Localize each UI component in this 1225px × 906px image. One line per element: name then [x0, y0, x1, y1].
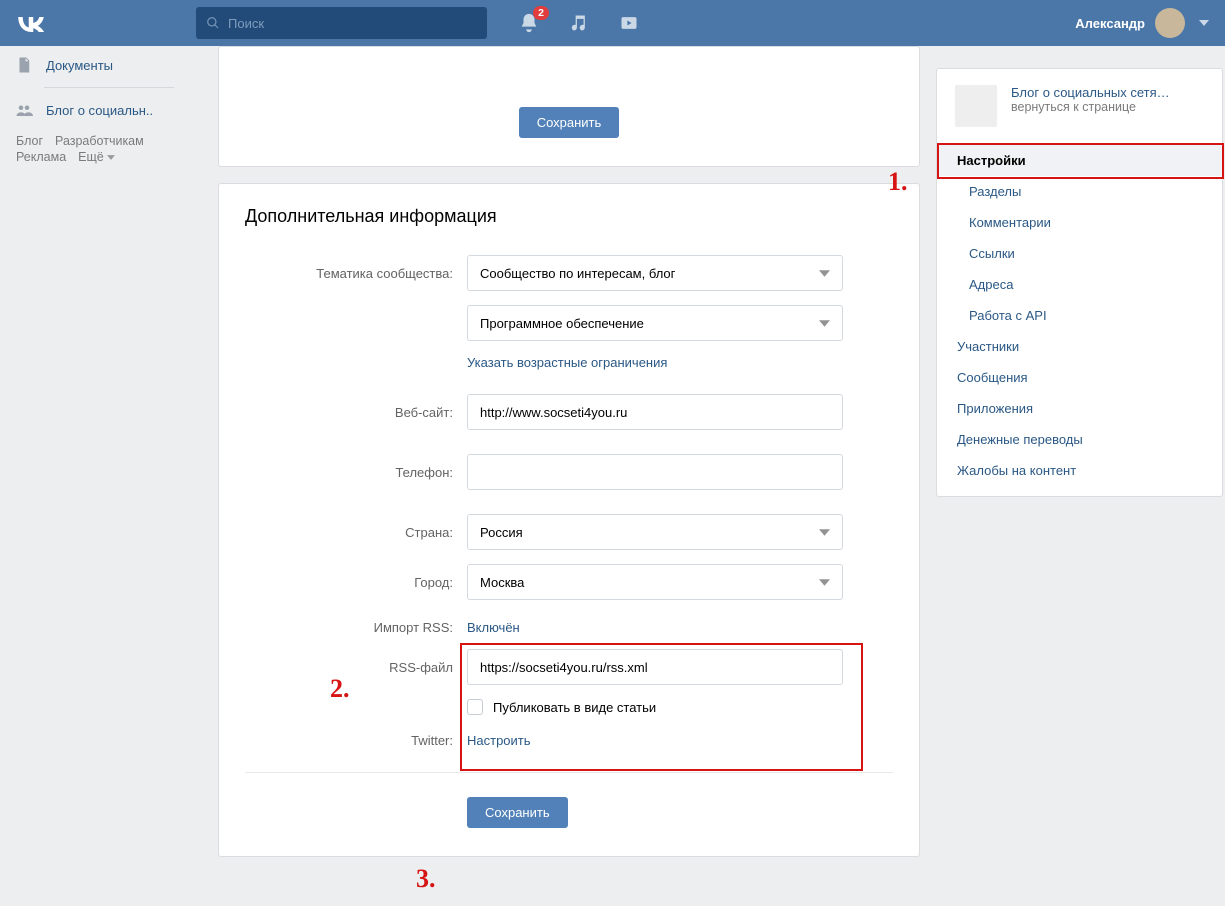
footer-link-blog[interactable]: Блог — [16, 134, 43, 148]
group-title[interactable]: Блог о социальных сетя… — [1011, 85, 1170, 100]
save-button[interactable]: Сохранить — [467, 797, 568, 828]
label-city: Город: — [245, 575, 467, 590]
label-topic: Тематика сообщества: — [245, 266, 467, 281]
sidebar-item-blog-group[interactable]: Блог о социальн.. — [0, 94, 218, 126]
rmenu-apps[interactable]: Приложения — [937, 393, 1222, 424]
input-rss-file[interactable] — [467, 649, 843, 685]
user-avatar — [1155, 8, 1185, 38]
document-icon — [14, 55, 34, 75]
annotation-number-3: 3. — [416, 864, 436, 894]
music-icon[interactable] — [565, 0, 593, 46]
sidebar-item-label: Документы — [46, 58, 113, 73]
checkbox-publish-as-article[interactable] — [467, 699, 483, 715]
input-website[interactable] — [467, 394, 843, 430]
sidebar-footer: Блог Разработчикам Реклама Ещё — [0, 126, 170, 164]
select-city[interactable]: Москва — [467, 564, 843, 600]
main-content: Сохранить Дополнительная информация Тема… — [218, 46, 920, 873]
link-rss-import-status[interactable]: Включён — [467, 620, 520, 635]
label-rss-file: RSS-файл — [245, 660, 467, 675]
group-icon — [14, 100, 34, 120]
group-header: Блог о социальных сетя… вернуться к стра… — [937, 69, 1222, 145]
group-avatar[interactable] — [955, 85, 997, 127]
save-button-top[interactable]: Сохранить — [519, 107, 620, 138]
rmenu-api[interactable]: Работа с API — [937, 300, 1222, 331]
search-input[interactable]: Поиск — [196, 7, 487, 39]
video-icon[interactable] — [615, 0, 643, 46]
rmenu-sections[interactable]: Разделы — [937, 176, 1222, 207]
input-phone[interactable] — [467, 454, 843, 490]
select-topic-secondary[interactable]: Программное обеспечение — [467, 305, 843, 341]
link-age-restrictions[interactable]: Указать возрастные ограничения — [467, 355, 667, 370]
rmenu-addresses[interactable]: Адреса — [937, 269, 1222, 300]
label-website: Веб-сайт: — [245, 405, 467, 420]
select-country[interactable]: Россия — [467, 514, 843, 550]
footer-link-more[interactable]: Ещё — [78, 150, 115, 164]
rmenu-settings[interactable]: Настройки — [937, 145, 1222, 176]
checkbox-label: Публиковать в виде статьи — [493, 700, 656, 715]
label-twitter: Twitter: — [245, 733, 467, 748]
footer-link-developers[interactable]: Разработчикам — [55, 134, 144, 148]
label-country: Страна: — [245, 525, 467, 540]
rmenu-reports[interactable]: Жалобы на контент — [937, 455, 1222, 486]
label-phone: Телефон: — [245, 465, 467, 480]
sidebar-item-documents[interactable]: Документы — [0, 49, 218, 81]
label-rss-import: Импорт RSS: — [245, 620, 467, 635]
footer-link-ads[interactable]: Реклама — [16, 150, 66, 164]
notifications-badge: 2 — [533, 6, 549, 20]
vk-logo[interactable] — [16, 0, 46, 46]
additional-info-card: Дополнительная информация Тематика сообщ… — [218, 183, 920, 857]
left-sidebar: Документы Блог о социальн.. Блог Разрабо… — [0, 46, 218, 873]
user-name: Александр — [1075, 16, 1145, 31]
top-header: Поиск 2 Александр — [0, 0, 1225, 46]
search-placeholder: Поиск — [228, 16, 264, 31]
rmenu-links[interactable]: Ссылки — [937, 238, 1222, 269]
card-title: Дополнительная информация — [245, 206, 893, 227]
group-back-link[interactable]: вернуться к странице — [1011, 100, 1170, 114]
top-save-card: Сохранить — [218, 46, 920, 167]
user-menu[interactable]: Александр — [1075, 8, 1209, 38]
right-sidebar: Блог о социальных сетя… вернуться к стра… — [920, 46, 1225, 873]
rmenu-payments[interactable]: Денежные переводы — [937, 424, 1222, 455]
rmenu-messages[interactable]: Сообщения — [937, 362, 1222, 393]
notifications-icon[interactable]: 2 — [515, 0, 543, 46]
sidebar-item-label: Блог о социальн.. — [46, 103, 153, 118]
select-topic-primary[interactable]: Сообщество по интересам, блог — [467, 255, 843, 291]
link-twitter-setup[interactable]: Настроить — [467, 733, 531, 748]
rmenu-members[interactable]: Участники — [937, 331, 1222, 362]
rmenu-comments[interactable]: Комментарии — [937, 207, 1222, 238]
